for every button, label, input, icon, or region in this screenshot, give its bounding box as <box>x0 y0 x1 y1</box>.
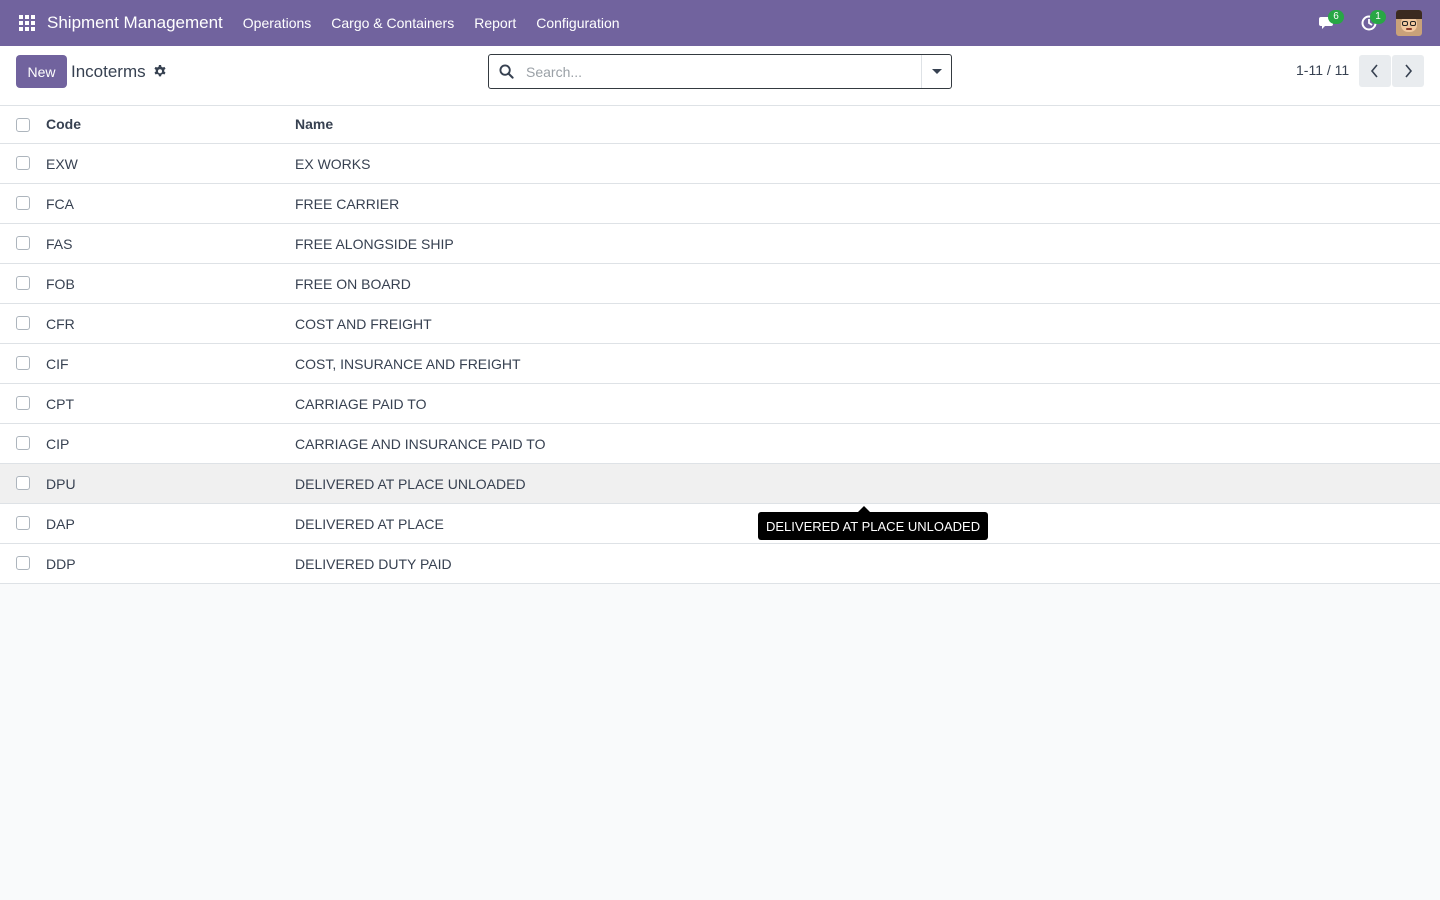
table-row[interactable]: DDP DELIVERED DUTY PAID <box>0 544 1440 584</box>
systray: 6 1 <box>1306 0 1440 46</box>
cell-name: DELIVERED AT PLACE <box>295 516 444 532</box>
cell-code: DAP <box>46 516 75 532</box>
cell-code: CFR <box>46 316 75 332</box>
user-avatar[interactable] <box>1396 10 1422 36</box>
pager-previous-button[interactable] <box>1359 55 1391 87</box>
search-bar <box>488 54 952 89</box>
row-checkbox[interactable] <box>16 356 30 370</box>
cell-name: FREE ALONGSIDE SHIP <box>295 236 454 252</box>
row-checkbox[interactable] <box>16 196 30 210</box>
activities-badge: 1 <box>1370 10 1386 24</box>
table-row[interactable]: FAS FREE ALONGSIDE SHIP <box>0 224 1440 264</box>
table-row[interactable]: CIP CARRIAGE AND INSURANCE PAID TO <box>0 424 1440 464</box>
select-all-checkbox[interactable] <box>16 118 30 132</box>
chevron-right-icon <box>1405 64 1413 78</box>
incoterms-list: Code Name EXW EX WORKS FCA FREE CARRIER FAS F… <box>0 106 1440 584</box>
apps-grid-icon[interactable] <box>18 14 36 32</box>
row-checkbox[interactable] <box>16 516 30 530</box>
chevron-left-icon <box>1370 64 1378 78</box>
cell-code: CIP <box>46 436 70 452</box>
row-checkbox[interactable] <box>16 556 30 570</box>
cell-code: FAS <box>46 236 73 252</box>
control-panel: New Incoterms 1-11 / 11 <box>0 46 1440 106</box>
cell-name: CARRIAGE AND INSURANCE PAID TO <box>295 436 546 452</box>
table-row[interactable]: CFR COST AND FREIGHT <box>0 304 1440 344</box>
menu-report[interactable]: Report <box>464 0 526 46</box>
search-input[interactable] <box>526 63 906 80</box>
gear-icon[interactable] <box>153 65 167 79</box>
menu-operations[interactable]: Operations <box>233 0 321 46</box>
row-checkbox[interactable] <box>16 316 30 330</box>
cell-code: DDP <box>46 556 76 572</box>
row-checkbox[interactable] <box>16 476 30 490</box>
cell-name: COST AND FREIGHT <box>295 316 432 332</box>
row-checkbox[interactable] <box>16 396 30 410</box>
menu-configuration[interactable]: Configuration <box>526 0 629 46</box>
list-header-row: Code Name <box>0 106 1440 144</box>
cell-name: COST, INSURANCE AND FREIGHT <box>295 356 521 372</box>
messages-button[interactable]: 6 <box>1306 0 1348 46</box>
cell-name: FREE CARRIER <box>295 196 400 212</box>
messages-badge: 6 <box>1328 10 1344 24</box>
table-row[interactable]: FCA FREE CARRIER <box>0 184 1440 224</box>
cell-code: CIF <box>46 356 69 372</box>
table-row[interactable]: DAP DELIVERED AT PLACE <box>0 504 1440 544</box>
pager-value[interactable]: 1-11 / 11 <box>1296 62 1349 78</box>
cell-name: CARRIAGE PAID TO <box>295 396 427 412</box>
cell-name: EX WORKS <box>295 156 371 172</box>
table-row[interactable]: CPT CARRIAGE PAID TO <box>0 384 1440 424</box>
cell-name: DELIVERED AT PLACE UNLOADED <box>295 476 526 492</box>
search-options-toggle[interactable] <box>921 55 951 88</box>
table-row[interactable]: CIF COST, INSURANCE AND FREIGHT <box>0 344 1440 384</box>
row-checkbox[interactable] <box>16 436 30 450</box>
tooltip: DELIVERED AT PLACE UNLOADED <box>758 512 989 540</box>
cell-code: FCA <box>46 196 74 212</box>
search-icon <box>499 64 514 79</box>
column-header-code[interactable]: Code <box>46 116 81 132</box>
cell-name: DELIVERED DUTY PAID <box>295 556 452 572</box>
cell-code: DPU <box>46 476 76 492</box>
activities-button[interactable]: 1 <box>1348 0 1390 46</box>
row-checkbox[interactable] <box>16 156 30 170</box>
column-header-name[interactable]: Name <box>295 116 333 132</box>
pager-next-button[interactable] <box>1392 55 1424 87</box>
caret-down-icon <box>931 69 942 74</box>
cell-code: EXW <box>46 156 78 172</box>
table-row[interactable]: DPU DELIVERED AT PLACE UNLOADED <box>0 464 1440 504</box>
row-checkbox[interactable] <box>16 236 30 250</box>
breadcrumb: Incoterms <box>71 62 146 81</box>
top-navbar: Shipment Management Operations Cargo & C… <box>0 0 1440 46</box>
cell-name: FREE ON BOARD <box>295 276 411 292</box>
cell-code: FOB <box>46 276 75 292</box>
app-title[interactable]: Shipment Management <box>47 13 223 33</box>
table-row[interactable]: EXW EX WORKS <box>0 144 1440 184</box>
cell-code: CPT <box>46 396 74 412</box>
new-button[interactable]: New <box>16 55 67 88</box>
row-checkbox[interactable] <box>16 276 30 290</box>
menu-cargo-containers[interactable]: Cargo & Containers <box>321 0 464 46</box>
table-row[interactable]: FOB FREE ON BOARD <box>0 264 1440 304</box>
